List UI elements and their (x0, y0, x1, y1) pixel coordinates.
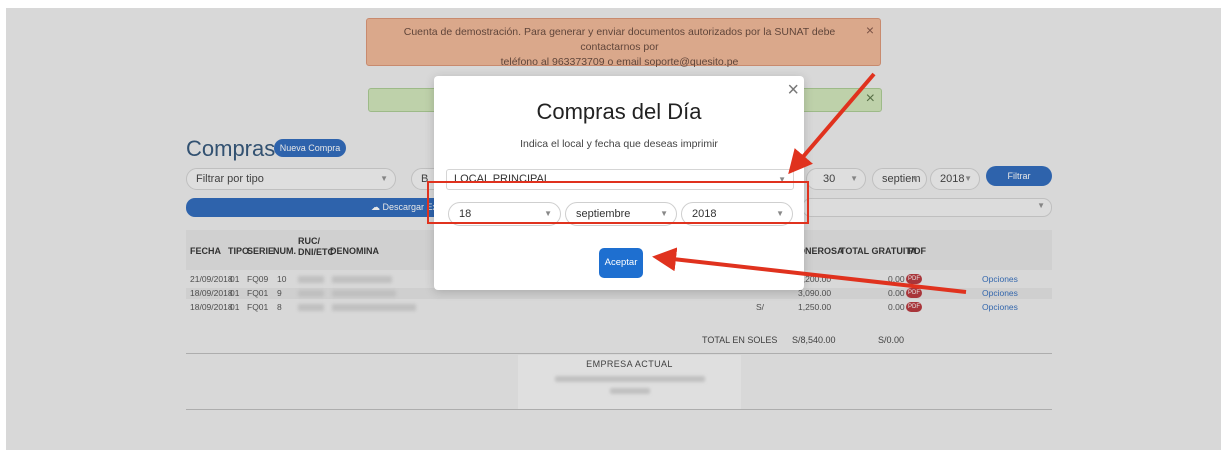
annotation-arrows (652, 72, 967, 294)
screenshot-frame: Cuenta de demostración. Para generar y e… (6, 8, 1221, 450)
annotation-arrow-local (788, 72, 876, 175)
annotation-arrow-accept (652, 247, 967, 294)
